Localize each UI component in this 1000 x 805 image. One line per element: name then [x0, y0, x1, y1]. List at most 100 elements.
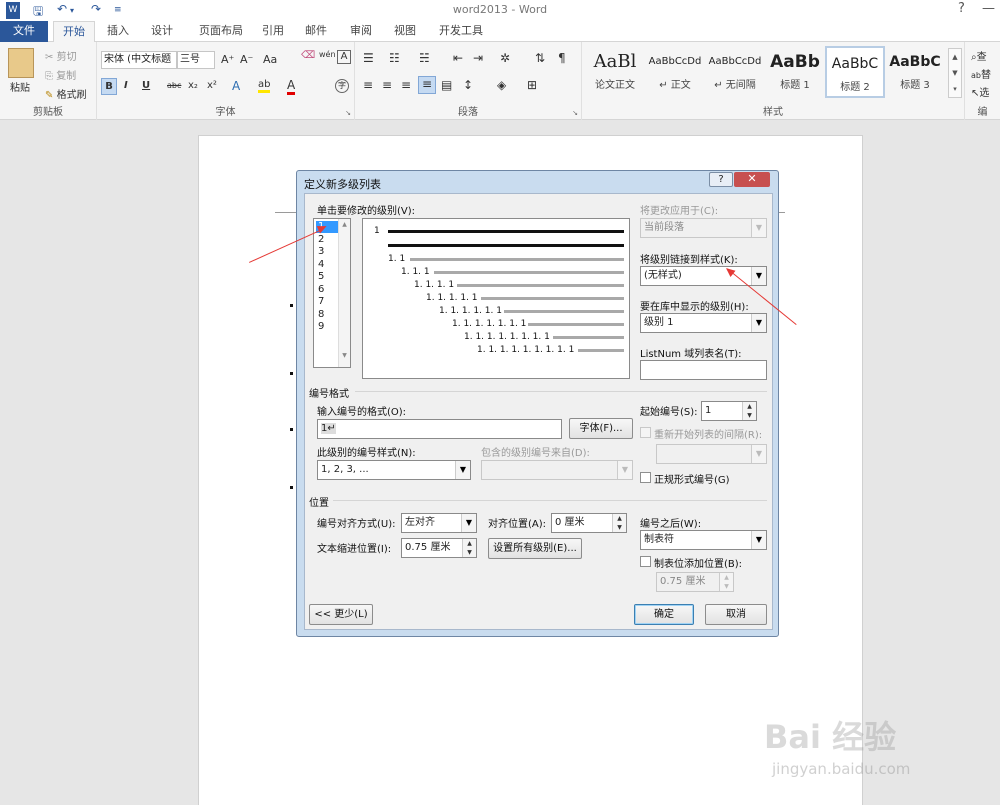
- style-no-spacing[interactable]: AaBbCcDd ↵ 无间隔: [705, 46, 765, 98]
- align-right-icon[interactable]: ≡: [401, 78, 411, 92]
- cut-button[interactable]: ✂ 剪切: [45, 48, 77, 63]
- justify-icon[interactable]: ≡: [418, 76, 436, 94]
- line-spacing-icon[interactable]: ↕: [463, 78, 473, 92]
- align-left-icon[interactable]: ≡: [363, 78, 373, 92]
- apply-to-select[interactable]: 当前段落 ▼: [640, 218, 767, 238]
- tab-developer[interactable]: 开发工具: [432, 21, 490, 42]
- restart-checkbox[interactable]: [640, 427, 651, 438]
- help-icon[interactable]: ?: [958, 1, 965, 16]
- restart-select[interactable]: ▼: [656, 444, 767, 464]
- align-center-icon[interactable]: ≡: [382, 78, 392, 92]
- cancel-button[interactable]: 取消: [705, 604, 767, 625]
- tab-home[interactable]: 开始: [53, 21, 95, 43]
- bullets-icon[interactable]: ☰: [363, 51, 374, 65]
- level-item[interactable]: 6: [316, 284, 338, 296]
- spinner-icon[interactable]: ▲ ▼: [462, 539, 476, 557]
- clear-format-icon[interactable]: ⌫: [301, 50, 315, 61]
- format-painter-button[interactable]: ✎ 格式刷: [45, 86, 87, 101]
- paragraph-dialog-launcher-icon[interactable]: ↘: [572, 109, 578, 117]
- alignment-select[interactable]: 左对齐 ▼: [401, 513, 477, 533]
- replace-button[interactable]: ab替: [971, 66, 991, 81]
- style-heading-1[interactable]: AaBb 标题 1: [765, 46, 825, 98]
- increase-indent-icon[interactable]: ⇥: [473, 51, 483, 65]
- superscript-button[interactable]: x²: [207, 80, 217, 91]
- follow-select[interactable]: 制表符 ▼: [640, 530, 767, 550]
- phonetic-guide-button[interactable]: wén: [319, 50, 336, 59]
- tab-file[interactable]: 文件: [0, 21, 48, 42]
- include-from-select[interactable]: ▼: [481, 460, 633, 480]
- font-name-box[interactable]: 宋体 (中文标题: [101, 51, 177, 69]
- start-at-input[interactable]: 1 ▲ ▼: [701, 401, 757, 421]
- text-effects-button[interactable]: A: [232, 79, 240, 93]
- link-style-select[interactable]: (无样式) ▼: [640, 266, 767, 286]
- show-marks-icon[interactable]: ¶: [558, 51, 566, 65]
- copy-button[interactable]: ⎘ 复制: [45, 67, 76, 82]
- tab-references[interactable]: 引用: [256, 21, 290, 42]
- char-border-button[interactable]: A: [337, 50, 351, 64]
- borders-icon[interactable]: ⊞: [527, 78, 537, 92]
- tab-add-input[interactable]: 0.75 厘米 ▲ ▼: [656, 572, 734, 592]
- tab-review[interactable]: 审阅: [344, 21, 378, 42]
- shrink-font-button[interactable]: A⁻: [240, 53, 253, 66]
- listnum-input[interactable]: [640, 360, 767, 380]
- tab-mailings[interactable]: 邮件: [299, 21, 333, 42]
- font-dialog-launcher-icon[interactable]: ↘: [345, 109, 351, 117]
- paste-icon[interactable]: [8, 48, 34, 78]
- level-item[interactable]: 4: [316, 259, 338, 271]
- styles-scroll[interactable]: ▲ ▼ ▾: [948, 48, 962, 98]
- grow-font-button[interactable]: A⁺: [221, 53, 234, 66]
- sort-icon[interactable]: ⇅: [535, 51, 545, 65]
- level-list[interactable]: 1 2 3 4 5 6 7 8 9 ▲ ▼: [313, 218, 351, 368]
- decrease-indent-icon[interactable]: ⇤: [453, 51, 463, 65]
- tab-insert[interactable]: 插入: [100, 21, 136, 42]
- spinner-icon[interactable]: ▲ ▼: [612, 514, 626, 532]
- font-color-button[interactable]: A: [287, 78, 296, 95]
- ok-button[interactable]: 确定: [634, 604, 694, 625]
- style-heading-2[interactable]: AaBbC 标题 2: [825, 46, 885, 98]
- font-button[interactable]: 字体(F)...: [569, 418, 633, 439]
- less-button[interactable]: << 更少(L): [309, 604, 373, 625]
- tab-add-checkbox[interactable]: [640, 556, 651, 567]
- select-button[interactable]: ↖选: [971, 84, 989, 99]
- style-normal[interactable]: AaBbCcDd ↵ 正文: [645, 46, 705, 98]
- level-item[interactable]: 9: [316, 321, 338, 333]
- spinner-icon[interactable]: ▲ ▼: [719, 573, 733, 591]
- strikethrough-button[interactable]: abc: [167, 81, 181, 90]
- spinner-icon[interactable]: ▲ ▼: [742, 402, 756, 420]
- level-list-scrollbar[interactable]: ▲ ▼: [338, 219, 350, 367]
- minimize-icon[interactable]: —: [982, 1, 995, 16]
- italic-button[interactable]: I: [124, 80, 128, 91]
- enclose-char-button[interactable]: 字: [335, 79, 349, 93]
- tab-design[interactable]: 设计: [143, 21, 181, 42]
- style-thesis-body[interactable]: AaBl 论文正文: [585, 46, 645, 98]
- bold-button[interactable]: B: [101, 78, 117, 95]
- underline-button[interactable]: U: [142, 80, 150, 91]
- gallery-level-select[interactable]: 级别 1 ▼: [640, 313, 767, 333]
- level-item[interactable]: 5: [316, 271, 338, 283]
- style-heading-3[interactable]: AaBbC 标题 3: [885, 46, 945, 98]
- tab-view[interactable]: 视图: [388, 21, 422, 42]
- dialog-close-button[interactable]: ✕: [734, 172, 770, 187]
- subscript-button[interactable]: x₂: [188, 80, 198, 91]
- distributed-icon[interactable]: ▤: [441, 78, 452, 92]
- aligned-at-input[interactable]: 0 厘米 ▲ ▼: [551, 513, 627, 533]
- dialog-help-button[interactable]: ?: [709, 172, 733, 187]
- number-style-select[interactable]: 1, 2, 3, ... ▼: [317, 460, 471, 480]
- legal-numbering-checkbox[interactable]: [640, 472, 651, 483]
- font-size-box[interactable]: 三号: [177, 51, 215, 69]
- find-button[interactable]: ⌕查: [971, 48, 987, 63]
- numbering-icon[interactable]: ☷: [389, 51, 400, 65]
- asian-layout-icon[interactable]: ✲: [500, 51, 510, 65]
- paste-button[interactable]: 粘贴: [10, 79, 30, 94]
- shading-icon[interactable]: ◈: [497, 78, 506, 92]
- highlight-button[interactable]: ab: [258, 79, 271, 93]
- level-item[interactable]: 3: [316, 246, 338, 258]
- indent-input[interactable]: 0.75 厘米 ▲ ▼: [401, 538, 477, 558]
- level-item[interactable]: 2: [316, 234, 338, 246]
- level-item[interactable]: 7: [316, 296, 338, 308]
- tab-page-layout[interactable]: 页面布局: [190, 21, 252, 42]
- change-case-button[interactable]: Aa: [263, 53, 277, 66]
- enter-format-input[interactable]: 1↵: [317, 419, 562, 439]
- level-item[interactable]: 8: [316, 309, 338, 321]
- multilevel-list-icon[interactable]: ☵: [419, 51, 430, 65]
